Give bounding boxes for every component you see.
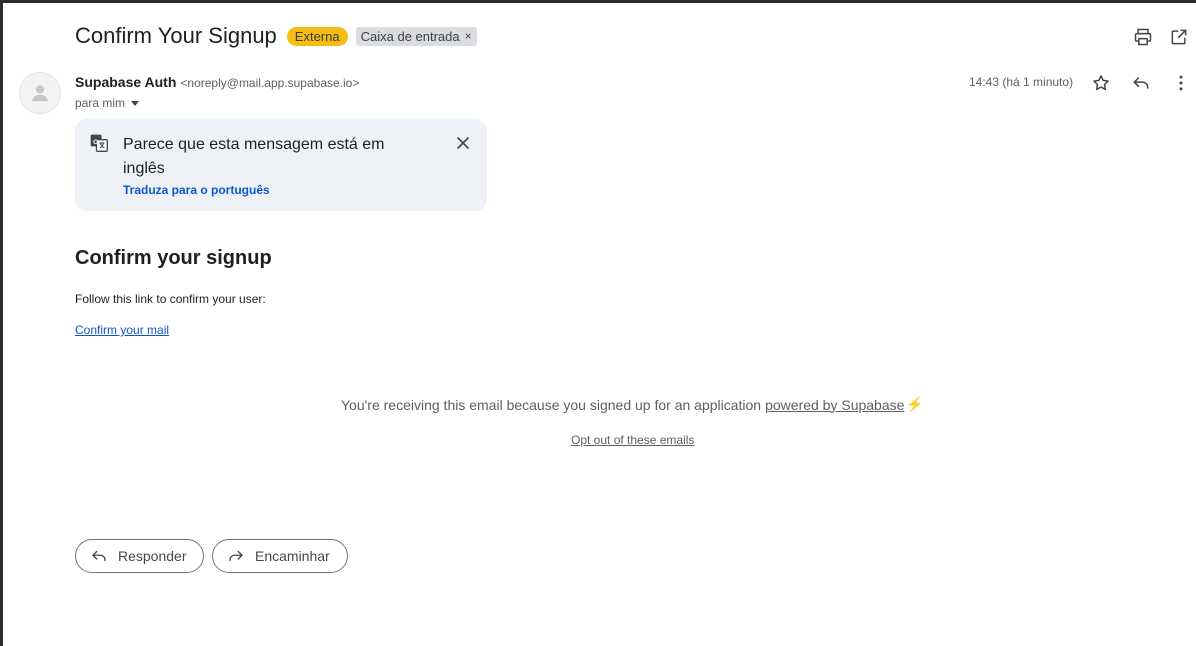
translate-icon: G xyxy=(90,134,108,152)
open-in-new-window-button[interactable] xyxy=(1169,27,1189,47)
forward-label: Encaminhar xyxy=(255,548,330,564)
email-subject: Confirm Your Signup xyxy=(75,23,277,48)
close-icon[interactable] xyxy=(453,133,473,153)
translate-banner: G Parece que esta mensagem está em inglê… xyxy=(75,119,487,211)
body-title: Confirm your signup xyxy=(75,247,272,269)
print-icon xyxy=(1134,28,1152,46)
confirm-mail-link[interactable]: Confirm your mail xyxy=(75,323,169,337)
subject-row: Confirm Your Signup Externa Caixa de ent… xyxy=(75,23,477,49)
forward-icon xyxy=(229,550,243,562)
opt-out-link[interactable]: Opt out of these emails xyxy=(571,433,694,447)
person-icon xyxy=(32,85,48,102)
recipient-details-toggle[interactable]: para mim xyxy=(75,96,140,110)
remove-label-icon[interactable]: × xyxy=(465,29,472,43)
translate-link[interactable]: Traduza para o português xyxy=(123,183,270,197)
print-button[interactable] xyxy=(1133,27,1153,47)
sender-avatar[interactable] xyxy=(19,72,61,114)
sender-email: <noreply@mail.app.supabase.io> xyxy=(180,76,360,90)
reply-icon xyxy=(1133,77,1149,89)
more-vert-icon xyxy=(1179,75,1183,91)
reply-button[interactable] xyxy=(1131,73,1151,93)
label-externa: Externa xyxy=(286,26,348,46)
svg-text:G: G xyxy=(93,139,98,146)
sender-line: Supabase Auth <noreply@mail.app.supabase… xyxy=(75,74,359,90)
open-in-new-window-icon xyxy=(1171,29,1187,45)
reply-label: Responder xyxy=(118,548,187,564)
chevron-down-icon[interactable] xyxy=(131,100,140,106)
body-text: Follow this link to confirm your user: xyxy=(75,292,266,306)
star-icon xyxy=(1093,75,1109,91)
more-options-button[interactable] xyxy=(1171,73,1191,93)
recipient-line: para mim xyxy=(75,96,126,110)
footer-line: You're receiving this email because you … xyxy=(341,396,924,413)
translate-message: Parece que esta mensagem está em inglês xyxy=(123,136,385,177)
message-timestamp: 14:43 (há 1 minuto) xyxy=(969,75,1074,89)
star-button[interactable] xyxy=(1091,73,1111,93)
reply-pill-button[interactable]: Responder xyxy=(75,539,204,573)
footer-prefix: You're receiving this email because you … xyxy=(341,396,762,413)
reply-icon xyxy=(92,550,106,562)
lightning-icon: ⚡ xyxy=(906,396,924,412)
sender-name[interactable]: Supabase Auth xyxy=(75,74,176,90)
email-view: Confirm Your Signup Externa Caixa de ent… xyxy=(0,0,1196,646)
powered-by-supabase-link[interactable]: powered by Supabase xyxy=(765,397,904,413)
label-inbox-text: Caixa de entrada xyxy=(360,28,460,44)
label-inbox[interactable]: Caixa de entrada × xyxy=(355,26,477,46)
forward-pill-button[interactable]: Encaminhar xyxy=(212,539,348,573)
